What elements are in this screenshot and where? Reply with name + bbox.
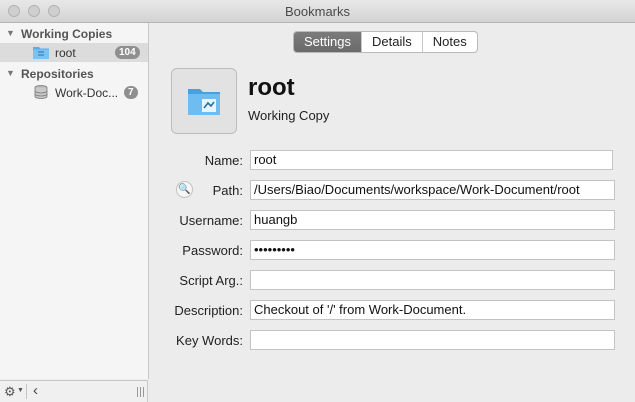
group-label: Working Copies — [21, 27, 113, 41]
chevron-left-icon[interactable]: ‹ — [33, 382, 38, 399]
count-badge: 7 — [124, 86, 138, 99]
username-label: Username: — [179, 213, 243, 228]
bookmarks-window: Bookmarks ▼ Working Copies root 104 ▼ Re… — [0, 0, 635, 402]
description-label: Description: — [174, 303, 243, 318]
keywords-field[interactable] — [250, 330, 615, 350]
disclosure-triangle-icon[interactable]: ▼ — [6, 28, 15, 38]
database-icon — [34, 85, 48, 99]
tab-settings[interactable]: Settings — [294, 32, 362, 52]
gear-icon[interactable]: ⚙ — [4, 384, 16, 400]
sidebar: ▼ Working Copies root 104 ▼ Repositories… — [0, 23, 149, 379]
group-working-copies[interactable]: ▼ Working Copies — [0, 25, 148, 43]
script-arg-label: Script Arg.: — [179, 273, 243, 288]
group-repositories[interactable]: ▼ Repositories — [0, 65, 148, 83]
username-field[interactable]: huangb — [250, 210, 615, 230]
password-label: Password: — [182, 243, 243, 258]
sidebar-item-label: root — [55, 46, 76, 60]
script-arg-field[interactable] — [250, 270, 615, 290]
path-label: Path: — [212, 183, 243, 198]
window-title: Bookmarks — [284, 4, 351, 19]
sidebar-bottom-bar: ⚙ ▼ ‹ — [0, 380, 148, 402]
divider — [26, 384, 27, 399]
count-badge: 104 — [115, 46, 140, 59]
keywords-label: Key Words: — [176, 333, 243, 348]
path-field[interactable]: /Users/Biao/Documents/workspace/Work-Doc… — [250, 180, 615, 200]
tab-bar: Settings Details Notes — [293, 31, 478, 53]
name-label: Name: — [204, 153, 243, 168]
disclosure-triangle-icon[interactable]: ▼ — [6, 68, 15, 78]
sidebar-item-label: Work-Doc... — [55, 86, 119, 100]
page-title: root — [248, 74, 295, 101]
detail-pane: Settings Details Notes root Working Copy… — [149, 23, 635, 402]
sidebar-item-root[interactable]: root 104 — [0, 43, 148, 62]
password-field[interactable]: ••••••••• — [250, 240, 615, 260]
group-label: Repositories — [21, 67, 94, 81]
tab-details[interactable]: Details — [362, 32, 423, 52]
item-type: Working Copy — [248, 108, 330, 123]
tab-notes[interactable]: Notes — [423, 32, 477, 52]
chevron-down-icon[interactable]: ▼ — [17, 387, 24, 394]
title-bar[interactable]: Bookmarks — [0, 0, 635, 23]
working-copy-image-well[interactable] — [171, 68, 237, 134]
name-field[interactable]: root — [250, 150, 613, 170]
grip-icon[interactable] — [137, 387, 144, 397]
description-field[interactable]: Checkout of '/' from Work-Document. — [250, 300, 615, 320]
sidebar-item-work-document[interactable]: Work-Doc... 7 — [0, 83, 148, 102]
folder-icon — [33, 47, 49, 59]
folder-icon — [188, 89, 220, 115]
